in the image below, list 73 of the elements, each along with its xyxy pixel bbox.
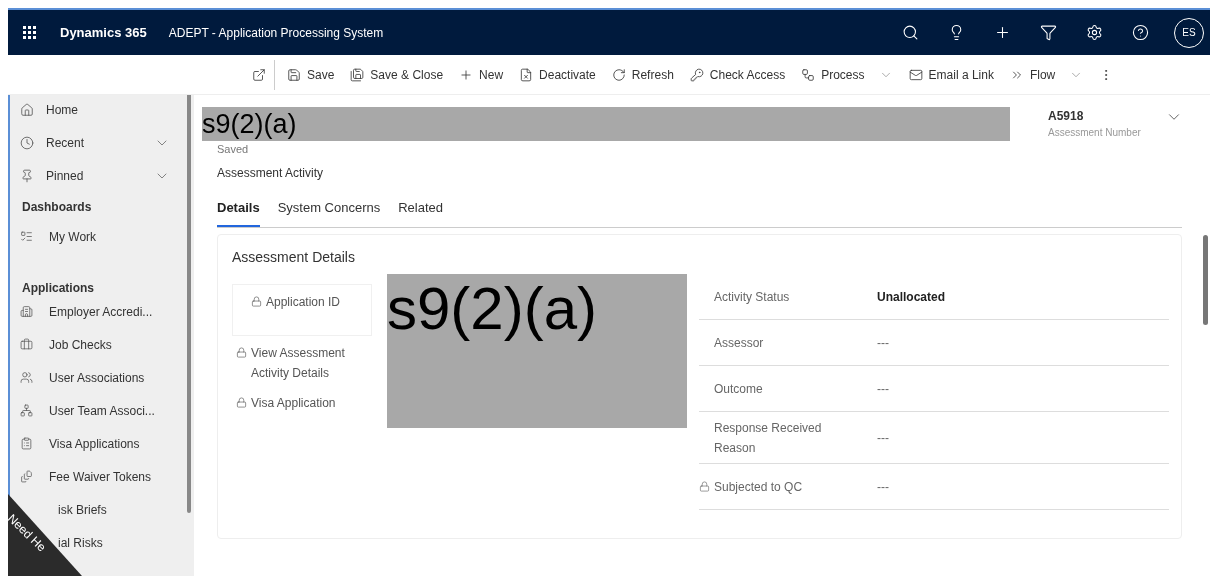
floppy-disk-icon (350, 67, 365, 82)
form-tab[interactable]: Details (217, 197, 260, 227)
command-button[interactable]: New (451, 59, 512, 90)
assessment-number: A5918 (1048, 108, 1085, 125)
nav-item[interactable]: My Work (10, 220, 194, 253)
redaction-block: s9(2)(a) (387, 274, 687, 428)
nav-section-title: Dashboards (21, 199, 93, 216)
command-button[interactable]: Check Access (681, 59, 794, 90)
settings-icon (1085, 24, 1103, 41)
field-label: Activity Status (713, 288, 791, 306)
list-icon (20, 230, 33, 243)
app-title: ADEPT - Application Processing System (168, 24, 384, 42)
command-button[interactable]: Deactivate (511, 59, 604, 90)
field-value: Unallocated (877, 288, 945, 306)
filter-icon (1039, 24, 1057, 41)
entity-name: Assessment Activity (217, 164, 325, 182)
command-button[interactable]: Save (279, 59, 343, 90)
briefcase-icon (20, 338, 33, 351)
search-icon (901, 24, 919, 41)
popout-icon (252, 67, 266, 82)
nav-item[interactable]: Job Checks (10, 328, 194, 361)
command-button[interactable]: Email a Link (900, 59, 1002, 90)
field-label: View Assessment Activity Details (236, 343, 372, 383)
field-value: --- (877, 334, 889, 352)
field-value: --- (877, 380, 889, 398)
field-label: Outcome (713, 380, 764, 398)
pin-icon (20, 168, 34, 183)
building-icon (20, 305, 33, 318)
clock-icon (20, 135, 34, 150)
refresh-icon (611, 67, 626, 82)
lock-icon (699, 481, 710, 492)
save-status: Saved (217, 142, 250, 157)
hierarchy-icon (20, 404, 33, 417)
lock-icon (236, 397, 247, 408)
nav-item[interactable]: Employer Accredi... (10, 295, 194, 328)
command-button[interactable]: Refresh (603, 59, 682, 90)
field-label: Application ID (251, 292, 341, 312)
nav-item[interactable]: Recent (10, 126, 194, 159)
key-icon (689, 67, 704, 82)
field-value: --- (877, 478, 889, 496)
nav-item[interactable]: Fee Waiver Tokens (10, 460, 194, 493)
nav-item[interactable]: Home (10, 93, 194, 126)
nav-item[interactable]: Visa Applications (10, 427, 194, 460)
command-button[interactable]: Flow (1001, 59, 1092, 90)
nav-item[interactable]: User Associations (10, 361, 194, 394)
envelope-icon (908, 67, 923, 82)
field-caption: Assessment Number (1048, 126, 1142, 140)
field-label: Response Received Reason (713, 419, 823, 457)
plus-icon (459, 67, 474, 82)
command-button[interactable]: Process (793, 59, 901, 90)
redaction-block: s9(2)(a) (202, 107, 1010, 141)
field-value: --- (877, 429, 889, 447)
form-tab[interactable]: System Concerns (277, 197, 381, 227)
lock-icon (251, 296, 262, 307)
lock-icon (236, 347, 247, 358)
help-icon (1131, 24, 1149, 41)
process-icon (801, 67, 816, 82)
nav-section-title: Applications (21, 280, 95, 295)
waffle-icon (23, 25, 37, 40)
field-label: Assessor (713, 334, 765, 352)
people-icon (20, 371, 33, 384)
field-label: Visa Application (236, 393, 336, 413)
home-icon (20, 102, 34, 117)
form-tab[interactable]: Related (398, 197, 444, 227)
command-button[interactable]: Save & Close (342, 59, 452, 90)
field-label: Subjected to QC (699, 476, 834, 497)
clipboard-icon (20, 437, 33, 450)
documents-icon (20, 470, 33, 483)
brand-name[interactable]: Dynamics 365 (60, 22, 147, 43)
section-title: Assessment Details (232, 248, 356, 267)
document-icon (519, 67, 534, 82)
nav-item[interactable]: User Team Associ... (10, 394, 194, 427)
nav-item[interactable]: Pinned (10, 159, 194, 192)
